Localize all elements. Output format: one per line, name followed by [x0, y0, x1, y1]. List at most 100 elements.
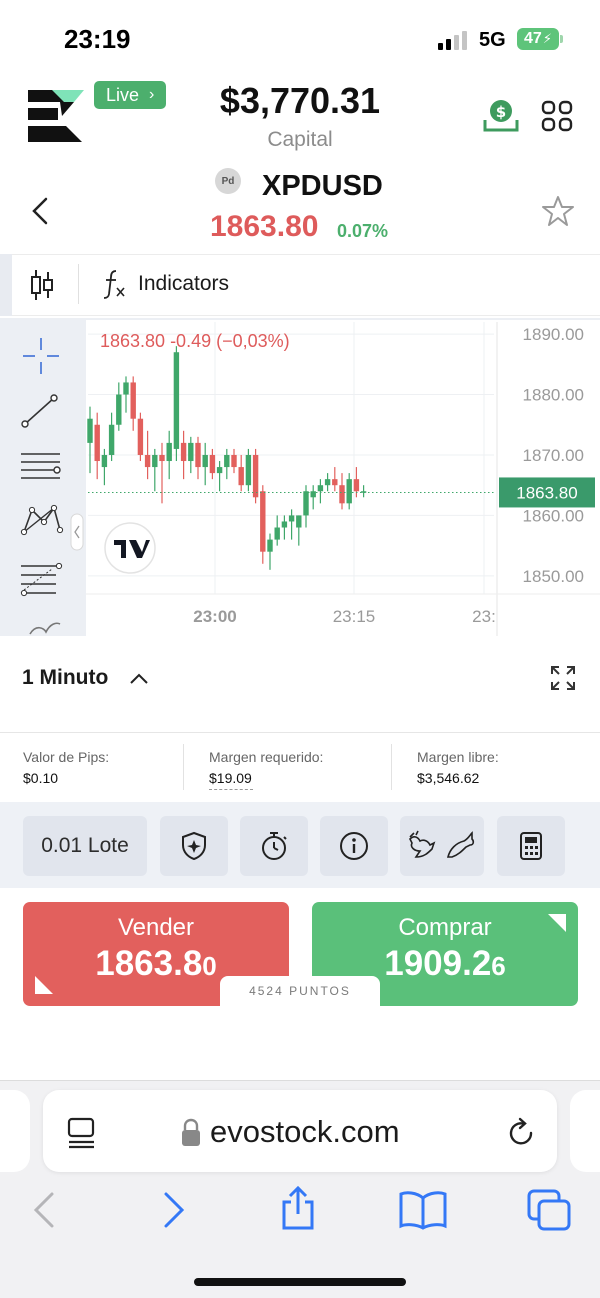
y-tick-label: 1880.00 [523, 386, 584, 405]
candlestick-type-icon[interactable] [30, 268, 54, 302]
back-arrow-icon[interactable] [26, 196, 56, 226]
deposit-icon[interactable]: $ [482, 98, 520, 134]
candle [252, 448, 259, 504]
favorite-star-icon[interactable] [541, 194, 575, 228]
bull-bear-icon [409, 830, 475, 858]
tabs-icon[interactable] [526, 1188, 572, 1232]
candle-body [332, 479, 338, 486]
candle [173, 346, 180, 462]
battery-level: 47 [524, 30, 542, 47]
network-type: 5G [479, 29, 506, 51]
price-change-percent: 0.07% [337, 221, 389, 241]
candle-body [303, 491, 309, 516]
timer-button[interactable] [240, 816, 308, 876]
calculator-icon [520, 832, 542, 860]
info-icon [340, 832, 368, 860]
ohlc-legend: 1863.80 -0.49 (−0,03%) [100, 331, 290, 351]
candle-body [116, 394, 122, 425]
candle-body [274, 527, 280, 540]
x-tick-label: 23: [472, 607, 496, 626]
panel-collapse-handle [70, 513, 84, 551]
candle [245, 448, 252, 492]
candle-body [108, 424, 115, 455]
chevron-up-icon[interactable] [128, 668, 150, 690]
chart-toolbar [0, 254, 600, 316]
reader-menu-icon[interactable] [66, 1116, 98, 1150]
lock-icon [182, 1118, 200, 1146]
drawing-tools-panel[interactable] [14, 332, 70, 636]
candle-body [238, 467, 244, 486]
margin-required-label: Margen requerido: [209, 749, 324, 765]
pip-value-label: Valor de Pips: [23, 749, 110, 765]
candle-body [123, 382, 129, 395]
last-price-label: 1863.80 [516, 483, 577, 502]
toolbar-edge [0, 254, 12, 316]
timeframe-selector[interactable]: 1 Minuto [22, 666, 108, 690]
share-icon[interactable] [278, 1186, 318, 1232]
browser-back-icon[interactable] [30, 1190, 58, 1230]
price-chart[interactable]: 1890.00 1880.00 1870.00 1860.00 1850.00 23:00… [0, 318, 600, 636]
candle-body [188, 442, 194, 462]
candle-body [339, 485, 345, 504]
candle-body [252, 454, 259, 498]
browser-forward-icon[interactable] [160, 1190, 188, 1230]
candle-body [209, 454, 216, 474]
grid-menu-icon[interactable] [541, 100, 573, 132]
expand-fullscreen-icon[interactable] [549, 664, 577, 692]
stopwatch-icon [262, 832, 287, 860]
url-text[interactable]: evostock.com [210, 1114, 400, 1150]
margin-required-underline [209, 789, 253, 790]
tradingview-logo [104, 522, 156, 574]
next-tab-edge[interactable] [570, 1090, 600, 1172]
candle-body [245, 454, 252, 486]
fib-retracement-tool-icon[interactable] [20, 562, 63, 597]
candle-body [202, 454, 208, 468]
charging-bolt-icon: ⚡ [542, 31, 552, 46]
reload-icon[interactable] [504, 1116, 538, 1150]
lot-size-label: 0.01 Lote [41, 834, 129, 857]
function-fx-icon[interactable] [102, 268, 128, 300]
trend-line-tool-icon[interactable] [21, 394, 58, 428]
svg-text:$: $ [496, 103, 506, 121]
instrument-price: 1863.80 [210, 210, 319, 243]
y-tick-label: 1870.00 [523, 446, 584, 465]
pattern-tool-icon[interactable] [20, 504, 64, 536]
corner-triangle-icon [548, 914, 566, 932]
previous-tab-edge[interactable] [0, 1090, 30, 1172]
buy-label: Comprar [398, 914, 492, 941]
protection-button[interactable] [160, 816, 228, 876]
candle-body [296, 515, 302, 528]
y-tick-label: 1850.00 [523, 567, 584, 586]
horizontal-lines-tool-icon[interactable] [21, 453, 61, 479]
candle-body [317, 485, 324, 492]
info-button[interactable] [320, 816, 388, 876]
instrument-symbol[interactable]: XPDUSD [262, 170, 383, 203]
margin-required-value[interactable]: $19.09 [209, 770, 252, 786]
x-tick-label: 23:15 [333, 607, 376, 626]
shield-icon [182, 831, 206, 861]
indicators-button[interactable]: Indicators [138, 272, 229, 296]
brush-tool-icon[interactable] [29, 622, 61, 635]
candle-body [216, 467, 223, 474]
lot-size-button[interactable]: 0.01 Lote [23, 816, 147, 876]
calculator-button[interactable] [497, 816, 565, 876]
section-divider [0, 732, 600, 733]
bookmarks-icon[interactable] [398, 1190, 448, 1230]
candle-body [353, 479, 360, 492]
candle-body [324, 479, 331, 486]
bull-bear-sentiment-button[interactable] [400, 816, 484, 876]
crosshair-tool-icon[interactable] [23, 338, 59, 374]
candle-body [346, 479, 352, 504]
candle-body [224, 454, 230, 468]
candle-body [173, 352, 180, 449]
candle-body [159, 454, 165, 462]
candle-body [288, 515, 295, 522]
candle-body [281, 521, 288, 528]
y-tick-label: 1860.00 [523, 506, 584, 525]
candle-body [267, 539, 273, 552]
candle-body [152, 454, 158, 468]
candle-body [231, 454, 237, 468]
status-time: 23:19 [64, 24, 131, 54]
candle-body [137, 418, 144, 455]
instrument-badge: Pd [215, 168, 241, 194]
